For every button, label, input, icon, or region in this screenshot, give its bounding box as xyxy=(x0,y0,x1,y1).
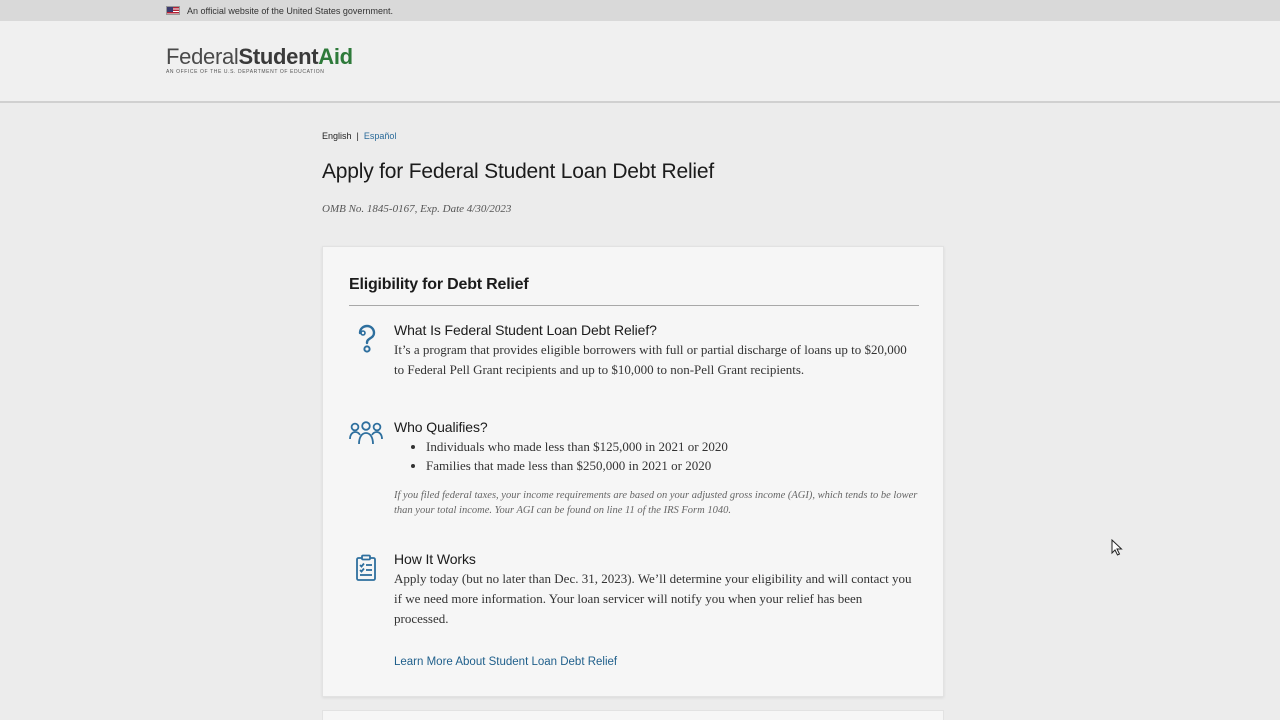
section-text: Apply today (but no later than Dec. 31, … xyxy=(394,571,912,626)
federal-student-aid-logo[interactable]: FederalStudentAid An Office of the U.S. … xyxy=(166,46,353,76)
section-body: How It Works Apply today (but no later t… xyxy=(394,551,919,629)
logo-word-student: Student xyxy=(238,44,319,69)
section-heading: Who Qualifies? xyxy=(394,419,488,435)
gov-banner: An official website of the United States… xyxy=(0,0,1280,21)
question-mark-icon xyxy=(349,324,383,356)
agi-note: If you filed federal taxes, your income … xyxy=(394,490,918,516)
language-english: English xyxy=(322,131,352,141)
clipboard-checklist-icon xyxy=(349,554,383,586)
section-body: What Is Federal Student Loan Debt Relief… xyxy=(394,322,919,380)
next-card xyxy=(322,710,944,720)
gov-banner-text: An official website of the United States… xyxy=(187,5,393,16)
logo-word-aid: Aid xyxy=(318,44,353,69)
list-item: Families that made less than $250,000 in… xyxy=(426,456,919,475)
language-switcher: English | Español xyxy=(322,131,396,141)
language-espanol-link[interactable]: Español xyxy=(364,131,397,141)
card-title: Eligibility for Debt Relief xyxy=(349,276,529,293)
people-group-icon xyxy=(349,421,383,453)
logo-tagline: An Office of the U.S. Department of Educ… xyxy=(166,69,325,75)
section-heading: What Is Federal Student Loan Debt Relief… xyxy=(394,322,657,338)
section-heading: How It Works xyxy=(394,551,476,567)
section-text: It’s a program that provides eligible bo… xyxy=(394,342,907,377)
site-header: FederalStudentAid An Office of the U.S. … xyxy=(0,21,1280,103)
mouse-cursor-icon xyxy=(1111,538,1123,561)
qualification-list: Individuals who made less than $125,000 … xyxy=(394,437,919,475)
eligibility-card: Eligibility for Debt Relief What Is Fede… xyxy=(322,246,944,697)
list-item: Individuals who made less than $125,000 … xyxy=(426,437,919,456)
section-body: Who Qualifies? Individuals who made less… xyxy=(394,419,919,518)
omb-number: OMB No. 1845-0167, Exp. Date 4/30/2023 xyxy=(322,203,512,215)
us-flag-icon xyxy=(166,6,180,15)
language-separator: | xyxy=(356,131,359,141)
page-title: Apply for Federal Student Loan Debt Reli… xyxy=(322,160,715,183)
logo-word-federal: Federal xyxy=(166,44,239,69)
logo-wordmark: FederalStudentAid xyxy=(166,46,353,68)
learn-more-link[interactable]: Learn More About Student Loan Debt Relie… xyxy=(394,656,617,668)
card-divider xyxy=(349,305,919,306)
